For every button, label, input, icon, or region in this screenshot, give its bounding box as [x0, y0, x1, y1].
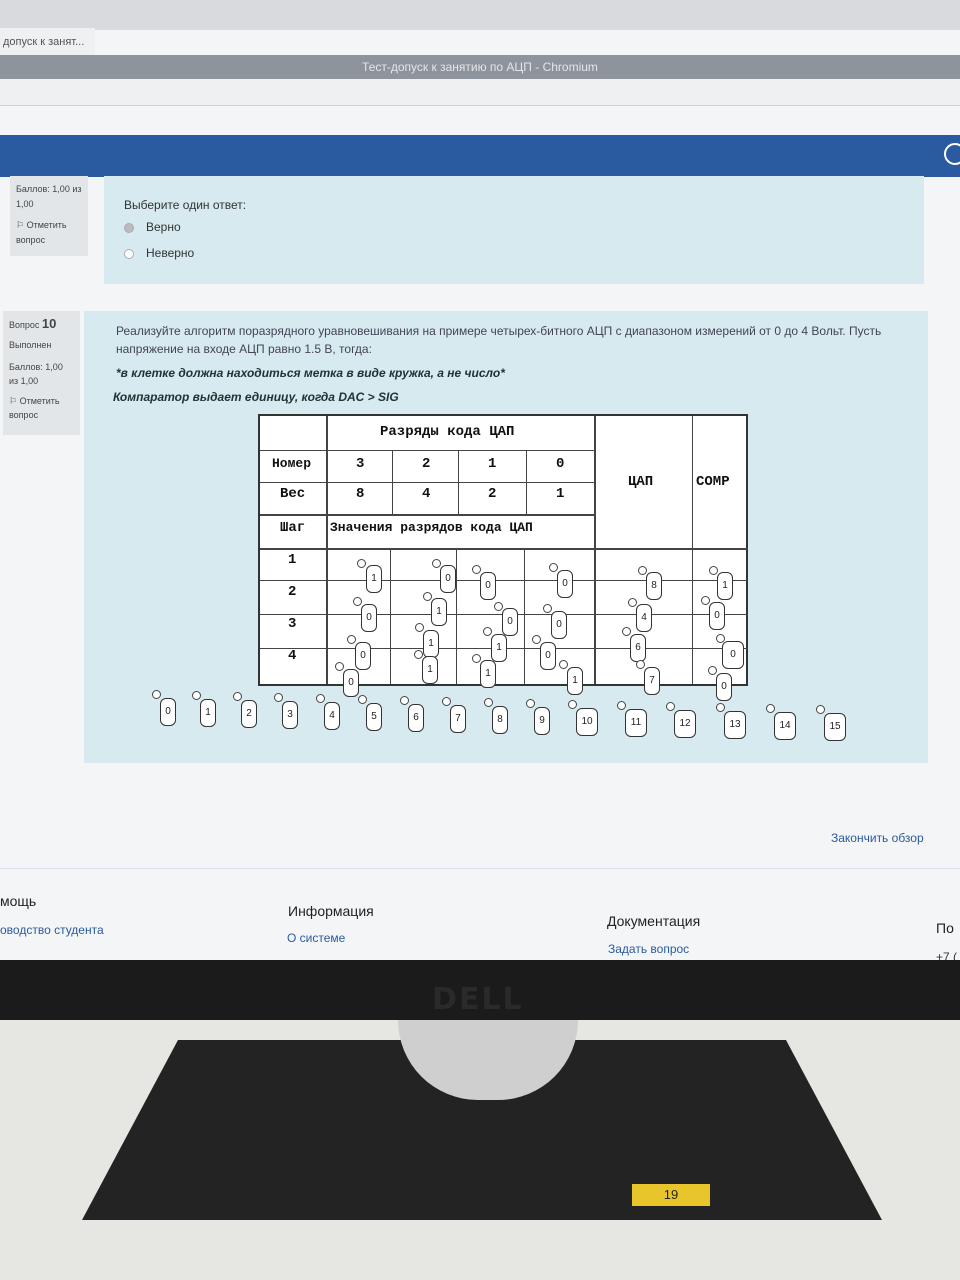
- radio-false[interactable]: [124, 248, 134, 259]
- weight-2: 2: [488, 486, 497, 502]
- placed-chip[interactable]: 0: [440, 565, 456, 593]
- placed-chip[interactable]: 0: [551, 611, 567, 639]
- palette-chip-8[interactable]: 8: [492, 706, 508, 734]
- palette-chip-14[interactable]: 14: [774, 712, 796, 740]
- step-1: 1: [288, 552, 297, 568]
- browser-screen: допуск к занят... Тест-допуск к занятию …: [0, 0, 960, 985]
- palette-chip-6[interactable]: 6: [408, 704, 424, 732]
- placed-chip[interactable]: 0: [361, 604, 377, 632]
- flag-icon: ⚐: [9, 396, 20, 406]
- placed-chip[interactable]: 1: [567, 667, 583, 695]
- placed-chip[interactable]: 1: [491, 634, 507, 662]
- window-title: Тест-допуск к занятию по АЦП - Chromium: [0, 55, 960, 79]
- bit-number-1: 1: [488, 456, 497, 472]
- browser-tab[interactable]: допуск к занят...: [0, 28, 95, 56]
- step-2: 2: [288, 584, 297, 600]
- flag-icon: ⚐: [16, 220, 27, 230]
- placed-chip[interactable]: 0: [480, 572, 496, 600]
- palette-chip-15[interactable]: 15: [824, 713, 846, 741]
- placed-chip[interactable]: 1: [423, 630, 439, 658]
- question-number: Вопрос 10: [9, 316, 57, 331]
- placed-chip[interactable]: 7: [644, 667, 660, 695]
- bit-number-0: 0: [556, 456, 565, 472]
- placed-chip[interactable]: 1: [422, 656, 438, 684]
- question-text: Реализуйте алгоритм поразрядного уравнов…: [116, 324, 882, 356]
- footer-docs-heading: Документация: [607, 913, 701, 929]
- palette-chip-7[interactable]: 7: [450, 705, 466, 733]
- palette-chip-1[interactable]: 1: [200, 699, 216, 727]
- footer-divider: [0, 868, 960, 869]
- placed-chip[interactable]: 6: [630, 634, 646, 662]
- placed-chip[interactable]: 0: [540, 642, 556, 670]
- palette-chip-11[interactable]: 11: [625, 709, 647, 737]
- placed-chip[interactable]: 0: [355, 642, 371, 670]
- weight-8: 8: [356, 486, 365, 502]
- palette-chip-12[interactable]: 12: [674, 710, 696, 738]
- placed-chip[interactable]: 1: [431, 598, 447, 626]
- palette-chip-2[interactable]: 2: [241, 700, 257, 728]
- weight-4: 4: [422, 486, 431, 502]
- palette-chip-10[interactable]: 10: [576, 708, 598, 736]
- placed-chip[interactable]: 0: [722, 641, 744, 669]
- values-label: Значения разрядов кода ЦАП: [330, 520, 533, 535]
- weight-1: 1: [556, 486, 565, 502]
- question-note-1: *в клетке должна находиться метка в виде…: [116, 366, 505, 380]
- footer-info-link[interactable]: О системе: [287, 931, 345, 945]
- placed-chip[interactable]: 0: [343, 669, 359, 697]
- palette-chip-3[interactable]: 3: [282, 701, 298, 729]
- placed-chip[interactable]: 0: [557, 570, 573, 598]
- palette-chip-13[interactable]: 13: [724, 711, 746, 739]
- site-navbar: [0, 135, 960, 177]
- question-score: Баллов: 1,00 из 1,00: [9, 362, 63, 386]
- placed-chip[interactable]: 1: [717, 572, 733, 600]
- option-false[interactable]: Неверно: [124, 246, 194, 260]
- flag-question[interactable]: ⚐ Отметить вопрос: [9, 394, 74, 422]
- row-weight-label: Вес: [280, 486, 306, 502]
- placed-chip[interactable]: 0: [709, 602, 725, 630]
- prev-question-card: [104, 176, 924, 284]
- bit-number-3: 3: [356, 456, 365, 472]
- header-bits: Разряды кода ЦАП: [380, 424, 515, 440]
- palette-chip-5[interactable]: 5: [366, 703, 382, 731]
- step-4: 4: [288, 648, 297, 664]
- placed-chip[interactable]: 1: [480, 660, 496, 688]
- question-info: Вопрос 10 Выполнен Баллов: 1,00 из 1,00 …: [3, 311, 80, 435]
- palette-chip-4[interactable]: 4: [324, 702, 340, 730]
- question-note-2: Компаратор выдает единицу, когда DAC > S…: [113, 390, 399, 404]
- footer-contact-heading: По: [936, 920, 954, 936]
- asset-sticker: 19: [632, 1184, 710, 1206]
- step-3: 3: [288, 616, 297, 632]
- placed-chip[interactable]: 4: [636, 604, 652, 632]
- placed-chip[interactable]: 0: [716, 673, 732, 701]
- user-menu-icon[interactable]: [944, 143, 960, 165]
- tab-strip: [0, 0, 960, 30]
- answer-prompt: Выберите один ответ:: [124, 198, 247, 212]
- question-status: Выполнен: [9, 340, 52, 350]
- placed-chip[interactable]: 0: [502, 608, 518, 636]
- placed-chip[interactable]: 1: [366, 565, 382, 593]
- prev-question-info: Баллов: 1,00 из 1,00 ⚐ Отметить вопрос: [10, 176, 88, 256]
- radio-true[interactable]: [124, 222, 134, 233]
- row-number-label: Номер: [272, 456, 312, 471]
- monitor-brand-logo: DELL: [432, 982, 524, 1017]
- prev-score: Баллов: 1,00 из 1,00: [16, 184, 82, 209]
- palette-chip-0[interactable]: 0: [160, 698, 176, 726]
- comp-label: COMP: [696, 474, 730, 490]
- palette-chip-9[interactable]: 9: [534, 707, 550, 735]
- finish-review-link[interactable]: Закончить обзор: [831, 831, 924, 845]
- footer-info-heading: Информация: [288, 903, 374, 919]
- footer-docs-link[interactable]: Задать вопрос: [608, 942, 689, 956]
- bit-number-2: 2: [422, 456, 431, 472]
- address-bar[interactable]: [0, 79, 960, 106]
- prev-flag-question[interactable]: ⚐ Отметить вопрос: [16, 218, 82, 248]
- step-label: Шаг: [280, 520, 306, 536]
- footer-help-link[interactable]: оводство студента: [0, 923, 104, 937]
- dac-label: ЦАП: [628, 474, 654, 490]
- placed-chip[interactable]: 8: [646, 572, 662, 600]
- option-true[interactable]: Верно: [124, 220, 181, 234]
- footer-help-heading: мощь: [0, 893, 37, 909]
